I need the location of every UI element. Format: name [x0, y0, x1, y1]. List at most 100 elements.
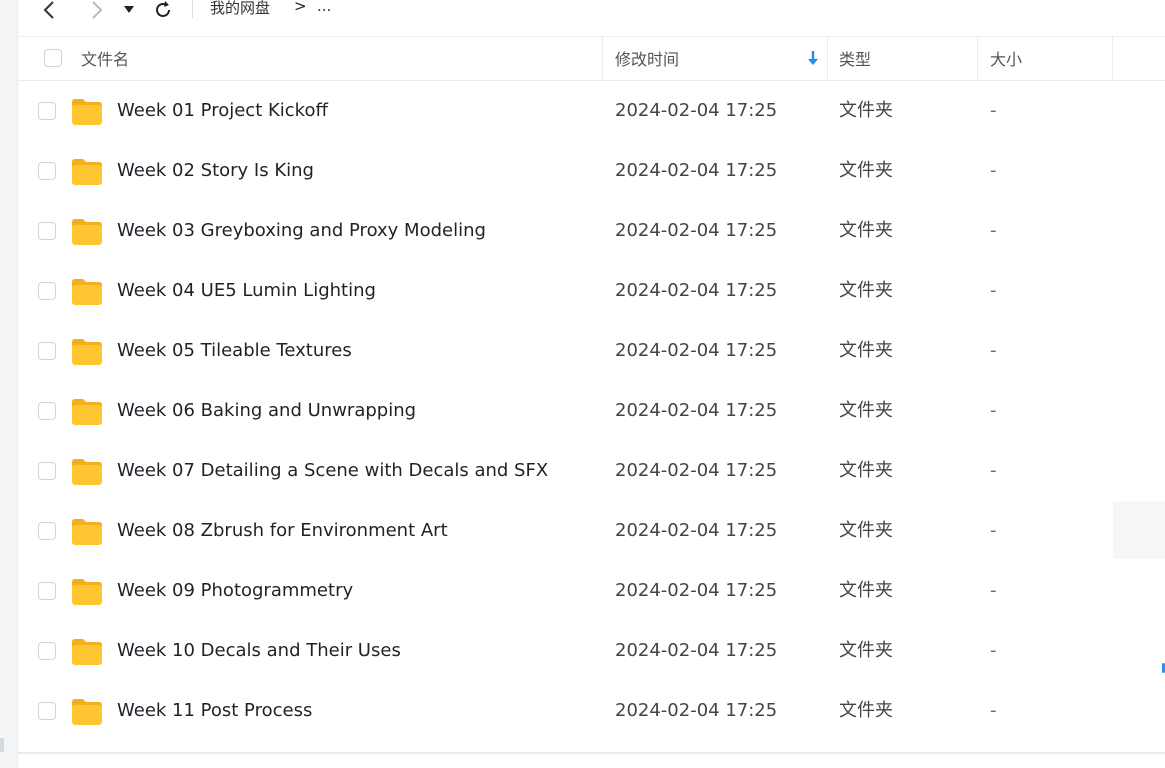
- file-modified-time: 2024-02-04 17:25: [615, 520, 778, 541]
- folder-icon: [71, 398, 103, 430]
- toolbar-separator: [192, 0, 193, 18]
- breadcrumb-more[interactable]: ...: [317, 0, 331, 15]
- refresh-icon[interactable]: [151, 0, 175, 20]
- row-checkbox[interactable]: [38, 462, 56, 480]
- file-size: -: [990, 400, 997, 421]
- file-modified-time: 2024-02-04 17:25: [615, 340, 778, 361]
- column-header-modified[interactable]: 修改时间: [615, 36, 679, 80]
- file-size: -: [990, 580, 997, 601]
- file-type: 文件夹: [839, 400, 893, 421]
- breadcrumb-root[interactable]: 我的网盘: [210, 0, 270, 18]
- select-all-checkbox[interactable]: [44, 36, 62, 80]
- file-row[interactable]: Week 04 UE5 Lumin Lighting 2024-02-04 17…: [17, 261, 1165, 321]
- chevron-left-icon[interactable]: [37, 0, 61, 20]
- file-name[interactable]: Week 08 Zbrush for Environment Art: [117, 501, 448, 561]
- file-type: 文件夹: [839, 160, 893, 181]
- folder-icon: [71, 278, 103, 310]
- file-row[interactable]: Week 08 Zbrush for Environment Art 2024-…: [17, 501, 1165, 561]
- file-row[interactable]: Week 09 Photogrammetry 2024-02-04 17:25 …: [17, 561, 1165, 621]
- file-name[interactable]: Week 01 Project Kickoff: [117, 81, 328, 141]
- file-type: 文件夹: [839, 520, 893, 541]
- file-name[interactable]: Week 09 Photogrammetry: [117, 561, 353, 621]
- row-checkbox[interactable]: [38, 642, 56, 660]
- file-row[interactable]: Week 05 Tileable Textures 2024-02-04 17:…: [17, 321, 1165, 381]
- file-type: 文件夹: [839, 340, 893, 361]
- row-checkbox[interactable]: [38, 702, 56, 720]
- file-name[interactable]: Week 04 UE5 Lumin Lighting: [117, 261, 376, 321]
- row-hover-highlight: [1113, 501, 1165, 559]
- file-type: 文件夹: [839, 640, 893, 661]
- file-name[interactable]: Week 05 Tileable Textures: [117, 321, 352, 381]
- column-header-name[interactable]: 文件名: [81, 36, 129, 80]
- file-name[interactable]: Week 07 Detailing a Scene with Decals an…: [117, 441, 548, 501]
- folder-icon: [71, 218, 103, 250]
- list-bottom-border: [17, 752, 1165, 754]
- row-checkbox[interactable]: [38, 342, 56, 360]
- file-name[interactable]: Week 11 Post Process: [117, 681, 312, 741]
- row-checkbox[interactable]: [38, 582, 56, 600]
- file-modified-time: 2024-02-04 17:25: [615, 220, 778, 241]
- folder-icon: [71, 518, 103, 550]
- file-modified-time: 2024-02-04 17:25: [615, 100, 778, 121]
- file-type: 文件夹: [839, 280, 893, 301]
- file-modified-time: 2024-02-04 17:25: [615, 640, 778, 661]
- file-modified-time: 2024-02-04 17:25: [615, 160, 778, 181]
- folder-icon: [71, 638, 103, 670]
- file-modified-time: 2024-02-04 17:25: [615, 460, 778, 481]
- file-size: -: [990, 160, 997, 181]
- row-checkbox[interactable]: [38, 102, 56, 120]
- navigation-toolbar: 我的网盘 > ...: [17, 0, 1165, 37]
- file-size: -: [990, 220, 997, 241]
- column-divider[interactable]: [977, 36, 978, 80]
- column-divider[interactable]: [602, 36, 603, 80]
- file-size: -: [990, 460, 997, 481]
- file-name[interactable]: Week 06 Baking and Unwrapping: [117, 381, 416, 441]
- file-row[interactable]: Week 02 Story Is King 2024-02-04 17:25 文…: [17, 141, 1165, 201]
- left-sidebar-edge: [0, 0, 18, 768]
- file-type: 文件夹: [839, 580, 893, 601]
- caret-down-icon[interactable]: [119, 0, 139, 20]
- folder-icon: [71, 578, 103, 610]
- folder-icon: [71, 98, 103, 130]
- file-row[interactable]: Week 03 Greyboxing and Proxy Modeling 20…: [17, 201, 1165, 261]
- column-divider[interactable]: [1112, 36, 1113, 80]
- folder-icon: [71, 338, 103, 370]
- row-checkbox[interactable]: [38, 402, 56, 420]
- file-type: 文件夹: [839, 700, 893, 721]
- file-modified-time: 2024-02-04 17:25: [615, 280, 778, 301]
- row-checkbox[interactable]: [38, 162, 56, 180]
- column-header-type[interactable]: 类型: [839, 36, 871, 80]
- file-size: -: [990, 100, 997, 121]
- chevron-right-icon[interactable]: [85, 0, 109, 20]
- folder-icon: [71, 698, 103, 730]
- row-checkbox[interactable]: [38, 522, 56, 540]
- file-type: 文件夹: [839, 460, 893, 481]
- folder-icon: [71, 158, 103, 190]
- row-checkbox[interactable]: [38, 282, 56, 300]
- row-checkbox[interactable]: [38, 222, 56, 240]
- column-divider[interactable]: [827, 36, 828, 80]
- file-row[interactable]: Week 11 Post Process 2024-02-04 17:25 文件…: [17, 681, 1165, 741]
- file-size: -: [990, 520, 997, 541]
- file-modified-time: 2024-02-04 17:25: [615, 400, 778, 421]
- breadcrumb-separator: >: [294, 0, 307, 15]
- file-size: -: [990, 280, 997, 301]
- file-size: -: [990, 340, 997, 361]
- file-size: -: [990, 640, 997, 661]
- file-name[interactable]: Week 10 Decals and Their Uses: [117, 621, 401, 681]
- sidebar-marker: [0, 738, 4, 752]
- file-type: 文件夹: [839, 220, 893, 241]
- file-size: -: [990, 700, 997, 721]
- file-row[interactable]: Week 07 Detailing a Scene with Decals an…: [17, 441, 1165, 501]
- file-row[interactable]: Week 06 Baking and Unwrapping 2024-02-04…: [17, 381, 1165, 441]
- file-type: 文件夹: [839, 100, 893, 121]
- file-row[interactable]: Week 01 Project Kickoff 2024-02-04 17:25…: [17, 81, 1165, 141]
- file-modified-time: 2024-02-04 17:25: [615, 700, 778, 721]
- file-modified-time: 2024-02-04 17:25: [615, 580, 778, 601]
- file-row[interactable]: Week 10 Decals and Their Uses 2024-02-04…: [17, 621, 1165, 681]
- file-list-header: 文件名 修改时间 类型 大小: [17, 36, 1165, 81]
- arrow-down-icon[interactable]: [807, 50, 819, 70]
- file-name[interactable]: Week 02 Story Is King: [117, 141, 314, 201]
- file-name[interactable]: Week 03 Greyboxing and Proxy Modeling: [117, 201, 486, 261]
- column-header-size[interactable]: 大小: [990, 36, 1022, 80]
